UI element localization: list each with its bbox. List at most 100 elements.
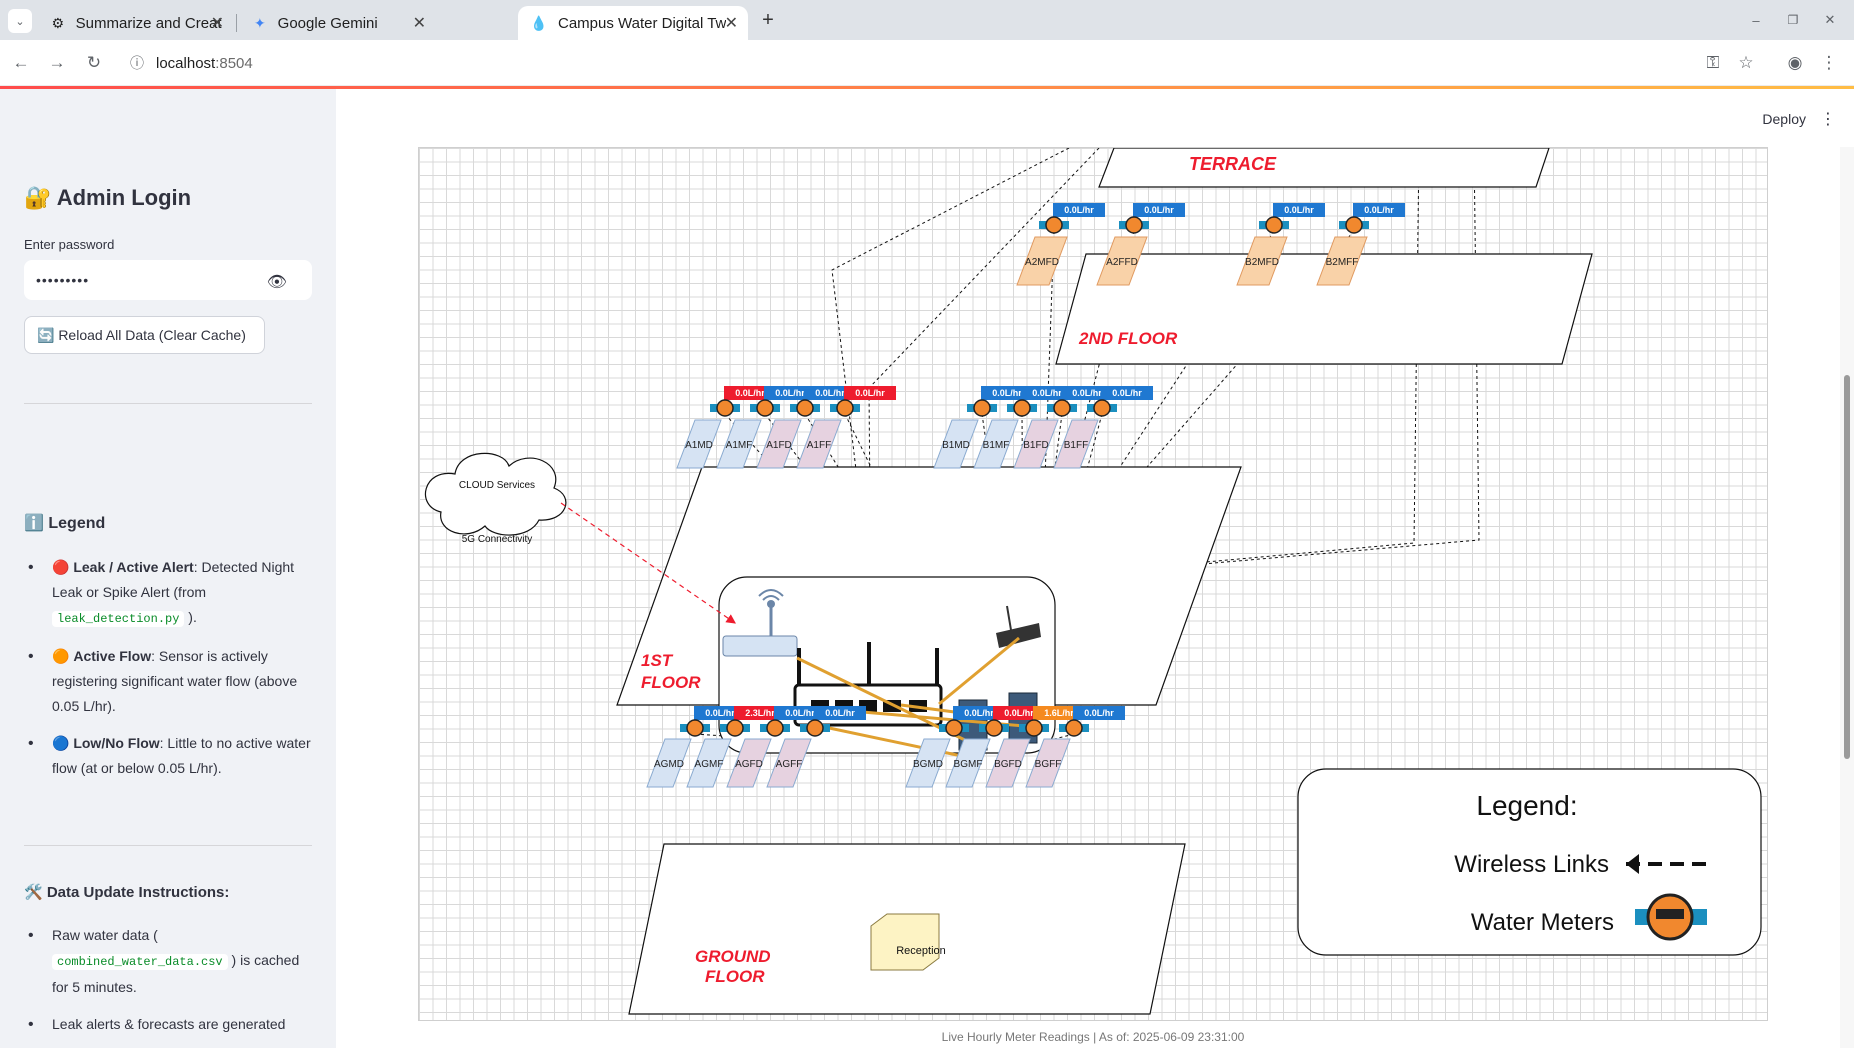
meter-name: AGFF [776, 759, 803, 770]
reload-icon[interactable]: ↻ [83, 52, 105, 74]
main-menu-icon[interactable]: ⋮ [1820, 109, 1836, 129]
profile-icon[interactable]: ◉ [1784, 52, 1806, 74]
tab-summarize[interactable]: ⚙ Summarize and Create Ti ✕ [38, 6, 234, 40]
cloud-label: CLOUD Services [459, 480, 535, 491]
water-meter-icon [985, 719, 1003, 737]
diagram-legend: Legend: Wireless Links Water Meters [1297, 768, 1762, 956]
meter-name: B1FD [1023, 440, 1049, 451]
meter-reading: 0.0L/hr [855, 388, 885, 398]
water-meter-icon [806, 719, 824, 737]
legend-item-title: Leak / Active Alert [73, 559, 194, 575]
forward-icon[interactable]: → [46, 52, 68, 74]
meter-name: BGFD [994, 759, 1022, 770]
address-bar: ← → ↻ ⓘ localhost:8504 ⚿ ☆ ◉ ⋮ [0, 40, 1854, 86]
meter-reading: 0.0L/hr [1004, 708, 1034, 718]
meter-name: A1FD [766, 440, 792, 451]
url-field[interactable]: localhost:8504 [156, 48, 1756, 78]
legend-wireless-label: Wireless Links [1454, 851, 1609, 878]
meter-reading: 2.3L/hr [745, 708, 775, 718]
meter-name: AGMF [695, 759, 724, 770]
back-icon[interactable]: ← [10, 52, 32, 74]
close-window-icon[interactable]: ✕ [1819, 9, 1841, 31]
meter-name: B2MFD [1245, 257, 1279, 268]
terrace-slab [1098, 148, 1550, 188]
digital-twin-diagram: TERRACE 2ND FLOOR 1ST FLOOR GROUND FLOOR [418, 147, 1768, 1021]
close-icon[interactable]: ✕ [413, 13, 426, 33]
meter-name: B2MFF [1326, 257, 1359, 268]
legend-item-leak: 🔴 Leak / Active Alert: Detected Night Le… [24, 555, 314, 632]
water-meter-icon [1045, 216, 1063, 234]
tab-label: Campus Water Digital Tw [558, 14, 726, 32]
instruction-item: Leak alerts & forecasts are generated [24, 1012, 314, 1037]
water-meter-icon [766, 719, 784, 737]
site-info-icon[interactable]: ⓘ [126, 52, 148, 74]
scrollbar-thumb[interactable] [1844, 375, 1850, 759]
meter-reading: 0.0L/hr [1072, 388, 1102, 398]
browser-tabstrip: ⌄ ⚙ Summarize and Create Ti ✕ ✦ Google G… [0, 0, 1854, 40]
water-meter-icon [1093, 399, 1111, 417]
legend-box-title: Legend: [1476, 790, 1577, 821]
new-tab-icon[interactable]: + [757, 9, 779, 31]
meter-reading: 0.0L/hr [825, 708, 855, 718]
legend-item-title: Active Flow [73, 648, 152, 664]
ground-floor-label-1: GROUND [695, 947, 771, 966]
water-meter-icon [1053, 399, 1071, 417]
meter-reading: 0.0L/hr [964, 708, 994, 718]
meter-reading: 0.0L/hr [1284, 205, 1314, 215]
instruction-text: Raw water data ( [52, 927, 158, 943]
minimize-icon[interactable]: – [1745, 9, 1767, 31]
meter-name: AGMD [654, 759, 684, 770]
deploy-button[interactable]: Deploy [1762, 111, 1806, 127]
red-circle-icon: 🔴 [52, 559, 70, 575]
password-key-icon[interactable]: ⚿ [1702, 52, 1724, 74]
tab-campus-water[interactable]: 💧 Campus Water Digital Tw ✕ [518, 6, 748, 40]
meter-name: A1MF [726, 440, 753, 451]
divider [24, 403, 312, 404]
water-meter-icon [973, 399, 991, 417]
divider [24, 845, 312, 846]
password-field[interactable]: ••••••••• 👁 [24, 260, 312, 300]
water-meter-icon [756, 399, 774, 417]
second-floor-label: 2ND FLOOR [1078, 329, 1178, 348]
water-meter-icon [1125, 216, 1143, 234]
cloud-icon [424, 452, 567, 536]
password-value: ••••••••• [36, 272, 90, 288]
meter-reading: 0.0L/hr [735, 388, 765, 398]
tab-label: Summarize and Create Ti [75, 14, 222, 32]
instructions-title: 🛠️ Data Update Instructions: [24, 884, 230, 901]
tab-search-chevron-icon[interactable]: ⌄ [8, 9, 32, 33]
show-password-eye-icon[interactable]: 👁 [267, 272, 288, 292]
meter-name: BGFF [1035, 759, 1062, 770]
legend-item-active: 🟠 Active Flow: Sensor is actively regist… [24, 644, 314, 719]
legend-item-tail: ). [184, 609, 197, 625]
close-icon[interactable]: ✕ [725, 13, 738, 33]
bookmark-star-icon[interactable]: ☆ [1735, 52, 1757, 74]
water-meter-icon [726, 719, 744, 737]
reload-data-button[interactable]: 🔄 Reload All Data (Clear Cache) [24, 316, 265, 354]
close-icon[interactable]: ✕ [211, 13, 224, 33]
meter-name: B1FF [1064, 440, 1088, 451]
blue-circle-icon: 🔵 [52, 735, 70, 751]
diagram-canvas: TERRACE 2ND FLOOR 1ST FLOOR GROUND FLOOR [424, 148, 1762, 1015]
meter-name: A2MFD [1025, 257, 1059, 268]
meter-reading: 0.0L/hr [1144, 205, 1174, 215]
instructions-list: Raw water data ( combined_water_data.csv… [24, 923, 314, 1048]
water-meter-icon [1065, 719, 1083, 737]
scrollbar[interactable] [1840, 147, 1854, 1048]
meter-reading: 0.0L/hr [1084, 708, 1114, 718]
instruction-item: Raw water data ( combined_water_data.csv… [24, 923, 314, 1000]
water-meter-icon [1013, 399, 1031, 417]
water-meter-icon [1025, 719, 1043, 737]
diagram-caption: Live Hourly Meter Readings | As of: 2025… [941, 1030, 1245, 1044]
gemini-icon: ✦ [253, 14, 266, 31]
restore-icon[interactable]: ❐ [1782, 9, 1804, 31]
water-meter-icon [1345, 216, 1363, 234]
ground-floor-label-2: FLOOR [705, 967, 765, 986]
app-header: Deploy ⋮ [336, 89, 1854, 147]
legend-title: ℹ️ Legend [24, 515, 106, 532]
orange-circle-icon: 🟠 [52, 648, 70, 664]
browser-menu-icon[interactable]: ⋮ [1818, 52, 1840, 74]
first-floor-label-1: 1ST [641, 651, 674, 670]
meter-reading: 0.0L/hr [785, 708, 815, 718]
tab-gemini[interactable]: ✦ Google Gemini ✕ [240, 6, 436, 40]
